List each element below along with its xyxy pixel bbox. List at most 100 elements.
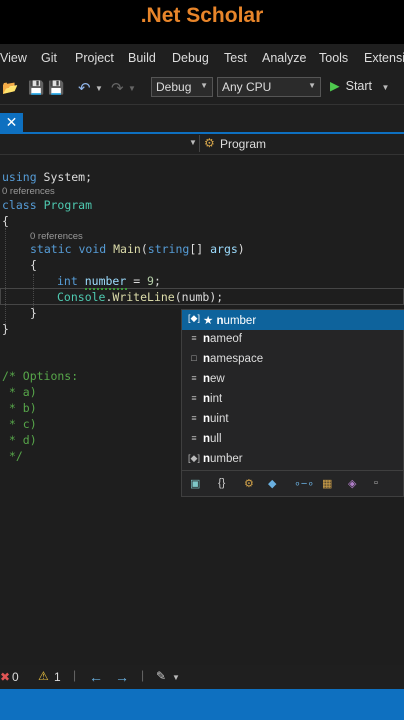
- completion-item[interactable]: ≡ nuint: [182, 410, 404, 430]
- keyword-icon: ≡: [191, 393, 197, 403]
- menu-tools[interactable]: Tools: [319, 51, 348, 65]
- start-button[interactable]: ▶ Start ▼: [330, 78, 389, 93]
- warning-count[interactable]: 1: [54, 670, 61, 684]
- filter-enum-icon[interactable]: ▦: [322, 477, 332, 490]
- comment-line: */: [2, 449, 23, 463]
- class-icon: ⚙: [204, 136, 215, 150]
- code-line-inner-close: }: [30, 306, 37, 320]
- completion-item-label: nuint: [203, 413, 229, 425]
- error-icon[interactable]: ✖: [0, 670, 10, 684]
- status-divider: |: [141, 668, 145, 682]
- save-icon[interactable]: 💾: [28, 80, 44, 96]
- previous-issue-icon[interactable]: ←: [89, 669, 103, 685]
- status-divider: |: [73, 668, 77, 682]
- completion-item-label: number: [203, 453, 243, 465]
- comment-line: * c): [2, 417, 37, 431]
- code-line-open-brace: {: [2, 214, 9, 228]
- keyword-icon: ≡: [191, 413, 197, 423]
- completion-item[interactable]: ≡ nint: [182, 390, 404, 410]
- menu-debug[interactable]: Debug: [172, 51, 209, 65]
- redo-dropdown-icon[interactable]: ▼: [128, 84, 136, 93]
- status-bar: ✖ 0 ⚠ 1 | ← → | ✎ ▼: [0, 665, 404, 689]
- next-issue-icon[interactable]: →: [115, 669, 129, 685]
- code-cleanup-icon[interactable]: ✎: [156, 669, 166, 683]
- completion-item-label: ★ number: [203, 315, 257, 327]
- keyword-icon: ≡: [191, 333, 197, 343]
- intellisense-popup: [◆] ★ number ≡ nameof □ namespace ≡ new ≡ nint ≡ nu…: [181, 309, 404, 497]
- comment-line: * a): [2, 385, 37, 399]
- config-dropdown[interactable]: Debug ▼: [151, 77, 213, 97]
- save-all-icon[interactable]: 💾: [48, 80, 64, 96]
- variable-icon: [◆]: [188, 313, 200, 323]
- indent-guide: [5, 228, 6, 332]
- chevron-down-icon: ▼: [381, 83, 390, 92]
- filter-field-icon[interactable]: ▫: [374, 477, 378, 489]
- menu-bar: View Git Project Build Debug Test Analyz…: [0, 44, 404, 72]
- platform-dropdown[interactable]: Any CPU ▼: [217, 77, 321, 97]
- play-icon: ▶: [330, 79, 340, 93]
- comment-line: * d): [2, 433, 37, 447]
- undo-icon[interactable]: ↶: [78, 79, 91, 97]
- keyword-icon: ≡: [191, 373, 197, 383]
- filter-struct-icon[interactable]: ◆: [268, 477, 276, 490]
- type-dropdown-icon[interactable]: ▼: [189, 138, 197, 147]
- completion-item-label: nint: [203, 393, 223, 405]
- nav-divider: [199, 135, 200, 152]
- chevron-down-icon: ▼: [200, 81, 208, 90]
- code-line-main: static void Main(string[] args): [30, 242, 245, 256]
- completion-item-label: namespace: [203, 353, 264, 365]
- filter-braces-icon[interactable]: {}: [218, 477, 225, 489]
- warning-icon[interactable]: ⚠: [38, 669, 49, 683]
- code-line-class: class Program: [2, 198, 93, 212]
- code-line-inner-open: {: [30, 258, 37, 272]
- filter-class-icon[interactable]: ⚙: [244, 477, 254, 490]
- member-dropdown[interactable]: Program: [220, 137, 266, 151]
- completion-item[interactable]: □ namespace: [182, 350, 404, 370]
- code-line-close-brace: }: [2, 322, 9, 336]
- open-folder-icon[interactable]: 📂: [2, 80, 18, 96]
- navigation-bar: [0, 134, 404, 155]
- completion-item-label: new: [203, 373, 225, 385]
- config-value: Debug: [156, 80, 192, 94]
- completion-item-label: null: [203, 433, 222, 445]
- platform-value: Any CPU: [222, 80, 272, 94]
- bottom-status-strip: [0, 689, 404, 720]
- completion-item[interactable]: ≡ null: [182, 430, 404, 450]
- tab-strip: [0, 105, 404, 133]
- undo-dropdown-icon[interactable]: ▼: [95, 84, 103, 93]
- close-tab-button[interactable]: ✕: [0, 113, 23, 132]
- menu-git[interactable]: Git: [41, 51, 57, 65]
- chevron-down-icon[interactable]: ▼: [172, 673, 180, 682]
- menu-project[interactable]: Project: [75, 51, 114, 65]
- menu-view[interactable]: View: [0, 51, 27, 65]
- keyword-icon: ≡: [191, 433, 197, 443]
- menu-extensions[interactable]: Extensic: [364, 51, 404, 65]
- channel-banner: .Net Scholar: [0, 0, 404, 38]
- completion-item[interactable]: [◆] ★ number: [182, 310, 404, 330]
- completion-item[interactable]: ≡ nameof: [182, 330, 404, 350]
- codelens-references[interactable]: 0 references: [2, 186, 55, 197]
- code-line-using: using System;: [2, 170, 93, 184]
- completion-item-label: nameof: [203, 333, 242, 345]
- close-icon: ✕: [5, 114, 18, 130]
- code-line-writeline: Console.WriteLine(numb);: [57, 290, 224, 304]
- filter-interface-icon[interactable]: ∘−∘: [294, 477, 314, 490]
- comment-line: * b): [2, 401, 37, 415]
- filter-expand-icon[interactable]: ▣: [190, 477, 200, 490]
- error-count[interactable]: 0: [12, 670, 19, 684]
- menu-test[interactable]: Test: [224, 51, 247, 65]
- menu-build[interactable]: Build: [128, 51, 156, 65]
- completion-item[interactable]: ≡ new: [182, 370, 404, 390]
- completion-filter-bar: ▣ {} ⚙ ◆ ∘−∘ ▦ ◈ ▫: [182, 470, 404, 499]
- comment-line: /* Options:: [2, 369, 79, 383]
- codelens-references[interactable]: 0 references: [30, 231, 83, 242]
- redo-icon[interactable]: ↷: [111, 79, 124, 97]
- banner-title: .Net Scholar: [140, 4, 264, 27]
- completion-item[interactable]: [◆] number: [182, 450, 404, 470]
- variable-icon: [◆]: [188, 453, 200, 463]
- namespace-icon: □: [191, 353, 197, 363]
- menu-analyze[interactable]: Analyze: [262, 51, 306, 65]
- chevron-down-icon: ▼: [308, 81, 316, 90]
- start-label: Start: [345, 79, 373, 93]
- filter-method-icon[interactable]: ◈: [348, 477, 356, 490]
